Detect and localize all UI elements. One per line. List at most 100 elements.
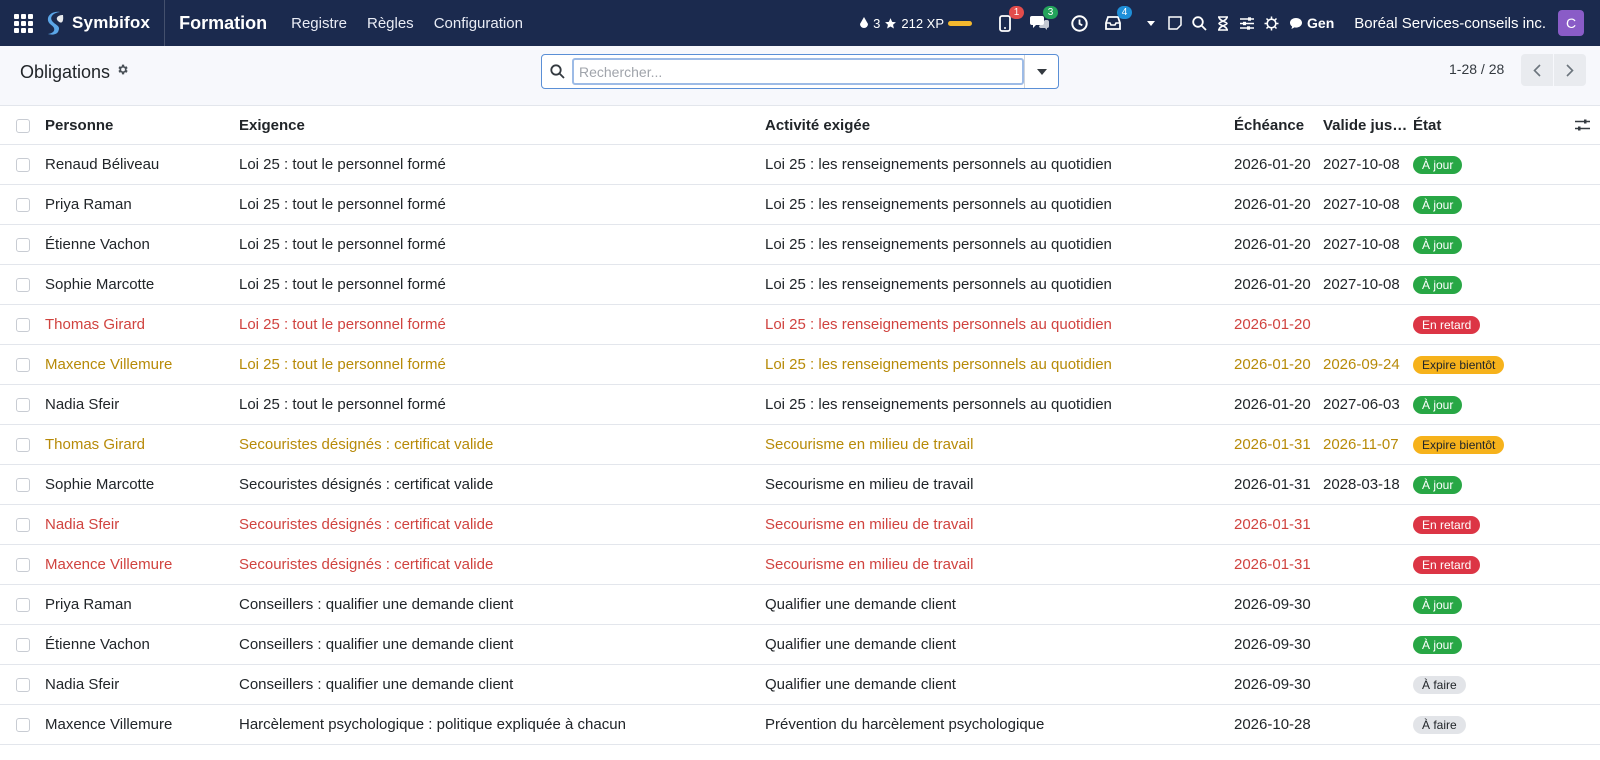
cell-valide-jusqua: 2027-10-08 [1323,236,1400,253]
app-title[interactable]: Formation [179,13,267,34]
pager-next-button[interactable] [1554,54,1586,86]
header-exigence[interactable]: Exigence [239,106,759,145]
xp-progress-bar [948,20,973,26]
header-personne[interactable]: Personne [45,106,235,145]
cell-echeance: 2026-01-20 [1234,196,1311,213]
user-avatar[interactable]: C [1558,10,1584,36]
cell-exigence: Secouristes désignés : certificat valide [239,436,494,453]
row-checkbox[interactable] [16,518,30,532]
cell-exigence: Conseillers : qualifier une demande clie… [239,596,514,613]
cell-activite: Secourisme en milieu de travail [765,476,974,493]
cell-activite: Prévention du harcèlement psychologique [765,716,1045,733]
select-all-checkbox[interactable] [16,119,30,133]
cell-etat: En retard [1413,545,1553,585]
debug-button[interactable] [1260,12,1282,34]
row-checkbox[interactable] [16,158,30,172]
apps-menu-button[interactable] [0,0,46,46]
company-switcher[interactable]: Boréal Services-conseils inc. [1354,15,1546,32]
row-checkbox[interactable] [16,358,30,372]
filters-button[interactable] [1236,12,1258,34]
header-activite[interactable]: Activité exigée [765,106,1225,145]
pager-value[interactable]: 1-28 / 28 [1449,61,1504,77]
inbox-icon [1105,16,1121,30]
navbar-systray: 3 212 XP 1 3 4 Gen Boréal Services-conse… [859,0,1600,46]
brand[interactable]: Symbifox [46,0,166,46]
row-checkbox[interactable] [16,198,30,212]
menu-registre[interactable]: Registre [291,15,347,32]
table-row[interactable]: Maxence Villemure Harcèlement psychologiq… [0,705,1600,745]
cell-exigence: Conseillers : qualifier une demande clie… [239,636,514,653]
table-row[interactable]: Priya Raman Loi 25 : tout le personnel fo… [0,185,1600,225]
cell-echeance: 2026-01-20 [1234,156,1311,173]
table-row[interactable]: Maxence Villemure Secouristes désignés : … [0,545,1600,585]
cell-etat: En retard [1413,305,1553,345]
page-title[interactable]: Obligations [20,62,110,83]
row-checkbox[interactable] [16,638,30,652]
phone-button[interactable]: 1 [992,6,1025,36]
cell-etat: À jour [1413,385,1553,425]
cell-personne: Maxence Villemure [45,716,173,733]
brand-logo-icon [47,11,64,35]
timer-button[interactable] [1212,12,1234,34]
row-checkbox[interactable] [16,598,30,612]
cell-valide-jusqua: 2027-10-08 [1323,276,1400,293]
row-checkbox[interactable] [16,238,30,252]
search-icon[interactable] [542,55,572,88]
row-checkbox[interactable] [16,478,30,492]
table-row[interactable]: Thomas Girard Secouristes désignés : cert… [0,425,1600,465]
table-row[interactable]: Sophie Marcotte Loi 25 : tout le personne… [0,265,1600,305]
cell-echeance: 2026-01-20 [1234,396,1311,413]
row-checkbox[interactable] [16,318,30,332]
row-checkbox[interactable] [16,438,30,452]
activities-clock-button[interactable] [1066,10,1092,36]
cell-personne: Thomas Girard [45,436,146,453]
row-checkbox[interactable] [16,278,30,292]
status-badge: À jour [1413,596,1463,615]
cell-valide-jusqua [1323,585,1413,625]
cell-exigence: Secouristes désignés : certificat valide [239,556,494,573]
cell-echeance: 2026-09-30 [1234,596,1311,613]
cell-activite: Secourisme en milieu de travail [765,436,974,453]
chat-badge: 3 [1043,6,1059,19]
table-row[interactable]: Renaud Béliveau Loi 25 : tout le personne… [0,145,1600,185]
cell-activite: Qualifier une demande client [765,636,956,653]
gamification-summary[interactable]: 3 212 XP [859,15,973,31]
search-input[interactable] [572,58,1024,85]
row-checkbox[interactable] [16,718,30,732]
cell-activite: Loi 25 : les renseignements personnels a… [765,396,1112,413]
chat-button[interactable]: 3 [1026,6,1059,36]
cell-etat: Expire bientôt [1413,425,1553,465]
cell-etat: À jour [1413,625,1553,665]
table-row[interactable]: Sophie Marcotte Secouristes désignés : ce… [0,465,1600,505]
menu-regles[interactable]: Règles [367,15,414,32]
table-row[interactable]: Thomas Girard Loi 25 : tout le personnel … [0,305,1600,345]
table-row[interactable]: Maxence Villemure Loi 25 : tout le person… [0,345,1600,385]
header-valide-jusqua[interactable]: Valide jus… [1323,106,1413,145]
gear-icon[interactable] [116,63,129,76]
search-options-toggle[interactable] [1024,55,1058,88]
cell-exigence: Loi 25 : tout le personnel formé [239,396,446,413]
column-options-icon[interactable] [1575,118,1590,132]
row-checkbox[interactable] [16,398,30,412]
table-row[interactable]: Priya Raman Conseillers : qualifier une d… [0,585,1600,625]
cell-echeance: 2026-09-30 [1234,676,1311,693]
global-search-button[interactable] [1188,12,1210,34]
note-button[interactable] [1164,12,1186,34]
cell-echeance: 2026-01-31 [1234,476,1311,493]
row-checkbox[interactable] [16,678,30,692]
row-checkbox[interactable] [16,558,30,572]
table-row[interactable]: Étienne Vachon Conseillers : qualifier un… [0,625,1600,665]
gen-button[interactable]: Gen [1289,15,1334,31]
xp-value: 212 XP [901,15,945,31]
header-etat[interactable]: État [1413,106,1553,145]
menu-configuration[interactable]: Configuration [434,15,523,32]
cell-exigence: Harcèlement psychologique : politique ex… [239,716,626,733]
table-row[interactable]: Nadia Sfeir Conseillers : qualifier une d… [0,665,1600,705]
activities-button[interactable]: 4 [1100,6,1133,36]
table-row[interactable]: Nadia Sfeir Loi 25 : tout le personnel fo… [0,385,1600,425]
header-echeance[interactable]: Échéance [1234,106,1324,145]
table-row[interactable]: Nadia Sfeir Secouristes désignés : certif… [0,505,1600,545]
pager-previous-button[interactable] [1521,54,1553,86]
dropdown-toggle[interactable] [1140,12,1162,34]
table-row[interactable]: Étienne Vachon Loi 25 : tout le personnel… [0,225,1600,265]
